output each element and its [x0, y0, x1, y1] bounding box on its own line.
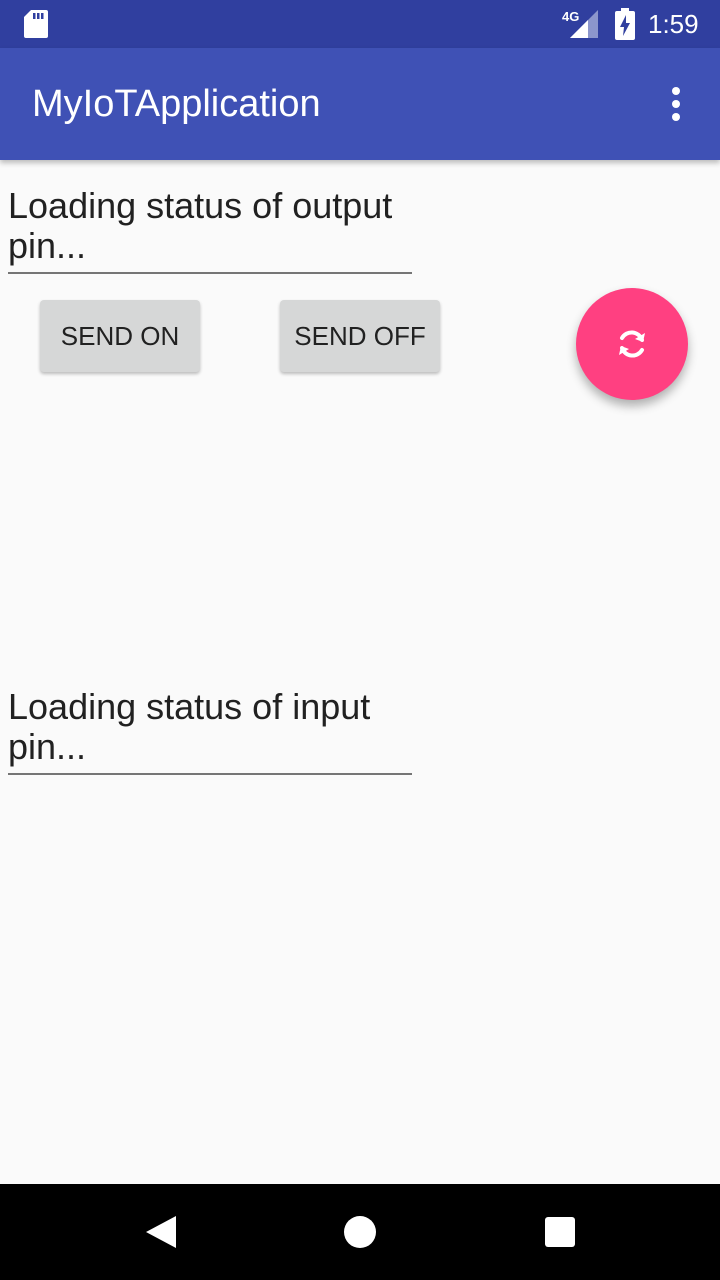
app-bar: MyIoTApplication [0, 48, 720, 160]
send-on-button[interactable]: SEND ON [40, 300, 200, 372]
refresh-fab[interactable] [576, 288, 688, 400]
battery-icon [615, 8, 635, 40]
back-icon[interactable] [142, 1212, 182, 1252]
home-icon[interactable] [344, 1216, 376, 1248]
send-off-button[interactable]: SEND OFF [280, 300, 440, 372]
refresh-icon [619, 330, 645, 358]
main-content: Loading status of output pin... SEND ON … [0, 160, 720, 1184]
output-pin-status: Loading status of output pin... [8, 186, 412, 274]
signal-icon: 4G [562, 9, 598, 38]
sd-card-icon [24, 10, 48, 38]
clock: 1:59 [648, 9, 699, 39]
recents-icon[interactable] [545, 1217, 575, 1247]
navigation-bar [0, 1184, 720, 1280]
overflow-menu-icon[interactable] [652, 78, 700, 130]
status-bar: 4G 1:59 [0, 0, 720, 48]
network-type-label: 4G [562, 9, 579, 24]
input-pin-status: Loading status of input pin... [8, 687, 412, 775]
app-title: MyIoTApplication [32, 83, 321, 125]
